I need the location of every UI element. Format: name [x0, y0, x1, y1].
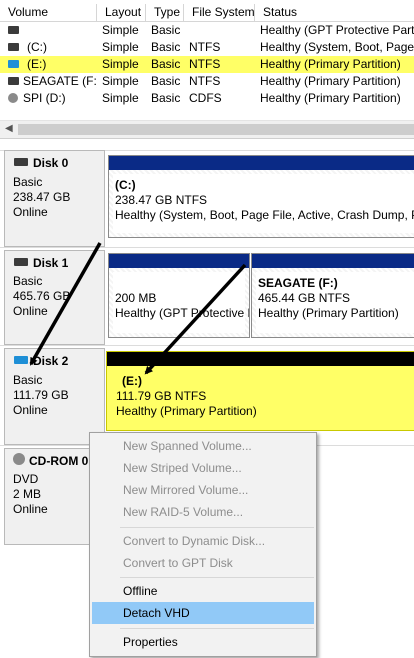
menu-item-new-mirrored-volume[interactable]: New Mirrored Volume... [92, 479, 314, 501]
context-menu: New Spanned Volume... New Striped Volume… [89, 432, 317, 657]
menu-item-properties[interactable]: Properties [92, 631, 314, 653]
arrow-to-partition-e [144, 263, 247, 375]
arrow-to-disk-2 [29, 242, 102, 366]
menu-item-detach-vhd[interactable]: Detach VHD [92, 602, 314, 624]
menu-item-convert-dynamic[interactable]: Convert to Dynamic Disk... [92, 530, 314, 552]
menu-item-new-raid5-volume[interactable]: New RAID-5 Volume... [92, 501, 314, 523]
menu-separator [120, 577, 314, 578]
menu-separator [120, 628, 314, 629]
menu-item-new-striped-volume[interactable]: New Striped Volume... [92, 457, 314, 479]
menu-item-offline[interactable]: Offline [92, 580, 314, 602]
menu-separator [120, 527, 314, 528]
menu-item-convert-gpt[interactable]: Convert to GPT Disk [92, 552, 314, 574]
menu-item-new-spanned-volume[interactable]: New Spanned Volume... [92, 435, 314, 457]
